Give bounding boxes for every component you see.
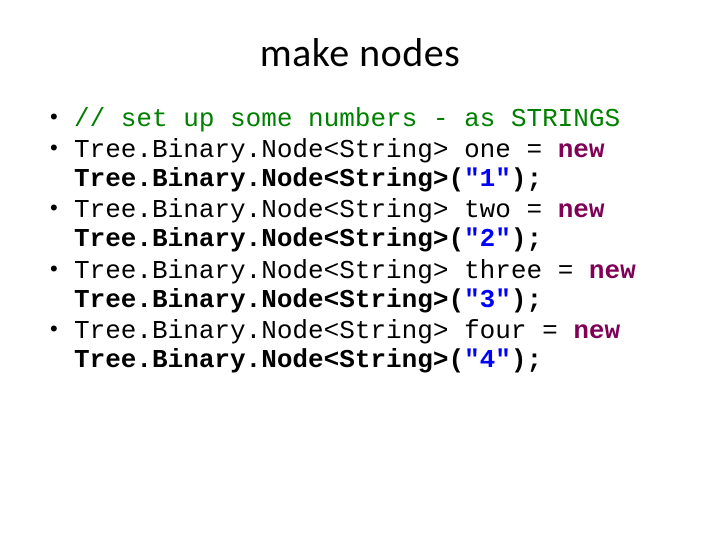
string-literal: "4" (464, 345, 511, 375)
paren-open: ( (448, 164, 464, 194)
type-name: Tree.Binary.Node<String> (74, 256, 448, 286)
identifier: three (464, 256, 542, 286)
list-item: Tree.Binary.Node<String> two = new Tree.… (46, 196, 680, 254)
string-literal: "3" (464, 285, 511, 315)
identifier: four (464, 316, 526, 346)
paren-close: ); (511, 345, 542, 375)
paren-open: ( (448, 345, 464, 375)
keyword-new: new (573, 316, 620, 346)
constructor-type: Tree.Binary.Node<String> (74, 164, 448, 194)
type-name: Tree.Binary.Node<String> (74, 316, 448, 346)
identifier: one (464, 135, 511, 165)
string-literal: "1" (464, 164, 511, 194)
list-item: // set up some numbers - as STRINGS (46, 105, 680, 134)
constructor-type: Tree.Binary.Node<String> (74, 285, 448, 315)
code-bullet-list: // set up some numbers - as STRINGS Tree… (40, 105, 680, 375)
paren-close: ); (511, 164, 542, 194)
page-title: make nodes (40, 28, 680, 77)
type-name: Tree.Binary.Node<String> (74, 195, 448, 225)
paren-open: ( (448, 285, 464, 315)
keyword-new: new (558, 195, 605, 225)
paren-open: ( (448, 224, 464, 254)
paren-close: ); (511, 224, 542, 254)
type-name: Tree.Binary.Node<String> (74, 135, 448, 165)
code-comment: // set up some numbers - as STRINGS (74, 104, 620, 134)
list-item: Tree.Binary.Node<String> one = new Tree.… (46, 136, 680, 194)
string-literal: "2" (464, 224, 511, 254)
slide: make nodes // set up some numbers - as S… (0, 0, 720, 540)
equals: = (527, 316, 574, 346)
list-item: Tree.Binary.Node<String> three = new Tre… (46, 257, 680, 315)
keyword-new: new (589, 256, 636, 286)
equals: = (511, 135, 558, 165)
keyword-new: new (558, 135, 605, 165)
list-item: Tree.Binary.Node<String> four = new Tree… (46, 317, 680, 375)
constructor-type: Tree.Binary.Node<String> (74, 345, 448, 375)
equals: = (542, 256, 589, 286)
paren-close: ); (511, 285, 542, 315)
identifier: two (464, 195, 511, 225)
equals: = (511, 195, 558, 225)
constructor-type: Tree.Binary.Node<String> (74, 224, 448, 254)
